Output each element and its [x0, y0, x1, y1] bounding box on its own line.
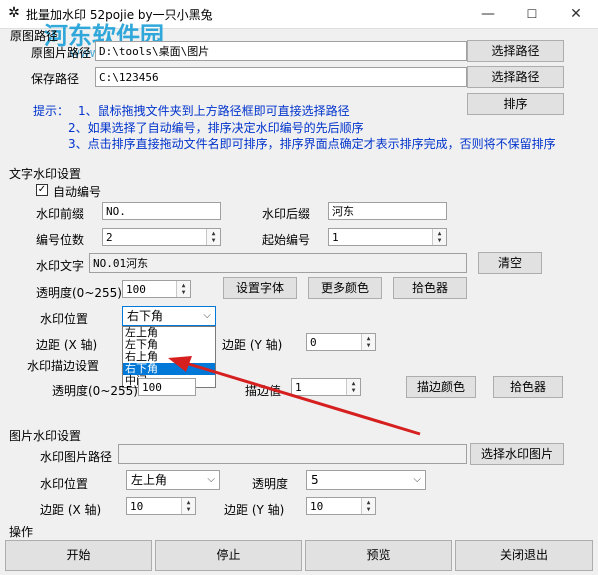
ops-section-title: 操作 [9, 525, 34, 539]
image-margin-y-label: 边距 (Y 轴) [224, 503, 285, 517]
image-position-selected: 左上角 [131, 473, 168, 487]
stop-button[interactable]: 停止 [155, 540, 302, 571]
image-path-label: 水印图片路径 [40, 450, 113, 464]
annotation-arrow-icon [168, 356, 421, 436]
preview-button[interactable]: 预览 [305, 540, 452, 571]
image-position-select[interactable]: 左上角 ⌵ [126, 470, 220, 490]
image-margin-y-spinner[interactable]: 10 ▲ ▼ [306, 497, 376, 515]
chevron-down-icon: ⌵ [413, 474, 421, 485]
image-margin-y-value: 10 [310, 500, 324, 513]
image-margin-x-label: 边距 (X 轴) [40, 503, 102, 517]
image-position-label: 水印位置 [40, 477, 89, 491]
chevron-down-icon: ⌵ [207, 474, 215, 485]
image-wm-section-title: 图片水印设置 [9, 429, 82, 443]
image-opacity-selected: 5 [311, 473, 319, 487]
start-button[interactable]: 开始 [5, 540, 152, 571]
image-margin-x-spinner[interactable]: 10 ▲ ▼ [126, 497, 196, 515]
choose-image-button[interactable]: 选择水印图片 [470, 443, 564, 465]
image-margin-y-down-arrow[interactable]: ▼ [361, 505, 375, 514]
image-margin-x-down-arrow[interactable]: ▼ [181, 505, 195, 514]
exit-button[interactable]: 关闭退出 [455, 540, 593, 571]
image-opacity-label: 透明度 [252, 477, 289, 491]
image-path-input[interactable] [118, 444, 467, 464]
image-margin-x-value: 10 [130, 500, 144, 513]
image-opacity-select[interactable]: 5 ⌵ [306, 470, 426, 490]
